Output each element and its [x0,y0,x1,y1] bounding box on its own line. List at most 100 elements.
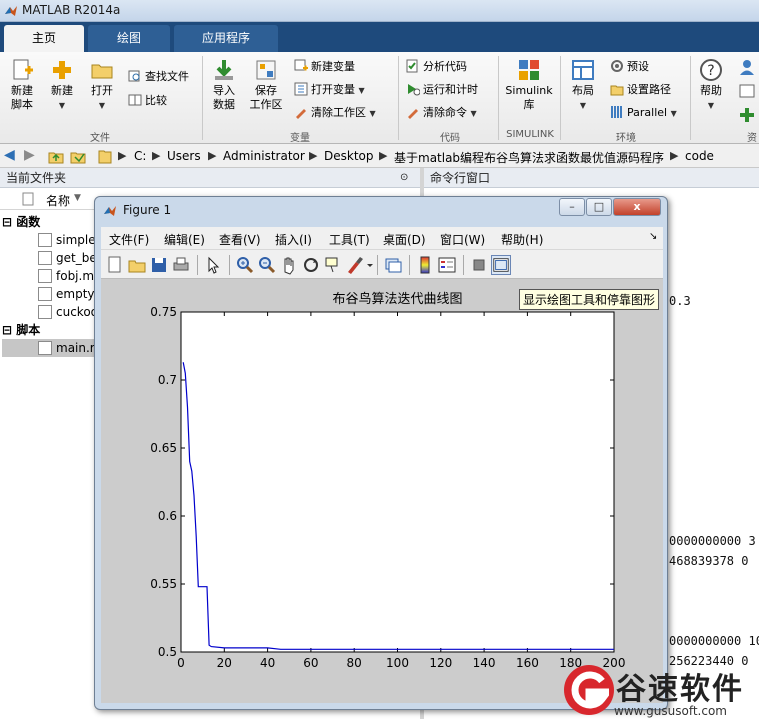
x-tick-label: 160 [516,656,539,670]
breadcrumb-desktop[interactable]: Desktop [324,149,374,163]
maximize-button[interactable]: □ [586,198,612,216]
breadcrumb-code[interactable]: code [685,149,714,163]
preferences-button[interactable]: 预设 [610,58,649,76]
layout-label: 布局 [572,84,594,97]
pointer-icon[interactable] [203,255,223,275]
show-plot-tools-icon[interactable] [491,255,511,275]
community-icon[interactable] [738,58,756,76]
set-path-button[interactable]: 设置路径 [610,81,671,99]
legend-icon[interactable] [437,255,457,275]
file-item[interactable]: get_be [38,249,97,267]
pan-icon[interactable] [279,255,299,275]
new-script-button[interactable]: 新建 脚本 [4,58,40,112]
clear-workspace-button[interactable]: 清除工作区 ▼ [294,104,376,122]
new-variable-button[interactable]: 新建变量 [294,58,355,76]
plot-area[interactable]: 布谷鸟算法迭代曲线图 0 20 40 60 80 100 120 140 160 180 200 0.5… [101,279,663,703]
breadcrumb-project-folder[interactable]: 基于matlab编程布谷鸟算法求函数最优值源码程序 [394,149,664,166]
figure-title: Figure 1 [123,203,172,217]
collapse-icon: ⊟ [2,215,13,229]
save-workspace-button[interactable]: 保存 工作区 [246,58,286,112]
panel-menu-icon[interactable]: ⊙ [400,168,408,188]
name-column-header[interactable]: 名称 [46,192,70,209]
x-tick-label: 80 [347,656,362,670]
breadcrumb-separator: ▶ [152,149,161,162]
layout-icon [572,60,594,80]
svg-text:?: ? [707,63,714,79]
data-cursor-icon[interactable] [323,255,343,275]
zoom-out-icon[interactable] [257,255,277,275]
clear-workspace-icon [296,109,306,119]
compare-button[interactable]: 比较 [128,92,167,110]
print-icon[interactable] [171,255,191,275]
command-output-line: 468839378 0 [669,554,749,568]
breadcrumb-c-drive[interactable]: C: [134,149,146,163]
file-item-selected[interactable]: main.r [2,339,95,357]
open-variable-label: 打开变量 [311,83,355,96]
new-figure-icon[interactable] [105,255,125,275]
close-button[interactable]: x [613,198,661,216]
menu-help[interactable]: 帮助(H) [501,231,543,248]
simulink-library-button[interactable]: Simulink 库 [504,58,554,112]
toolbar-divider [197,255,198,275]
zoom-in-icon[interactable] [235,255,255,275]
help-button[interactable]: ? 帮助 ▼ [696,58,726,113]
functions-section[interactable]: ⊟ 函数 [2,213,40,231]
link-icon[interactable] [383,255,403,275]
layout-button[interactable]: 布局 ▼ [566,58,600,113]
line-chart[interactable]: 布谷鸟算法迭代曲线图0 20 40 60 80 100 120 140 160 180 2000.5… [101,279,663,703]
menu-file[interactable]: 文件(F) [109,231,149,248]
menu-view[interactable]: 查看(V) [219,231,261,248]
browse-folder-icon[interactable] [70,148,86,164]
add-ons-icon[interactable] [738,106,756,124]
up-folder-icon[interactable] [48,148,64,164]
new-button[interactable]: 新建 ▼ [44,58,80,113]
menu-insert[interactable]: 插入(I) [275,231,312,248]
tab-home[interactable]: 主页 [4,25,84,52]
script-file-icon [38,341,52,355]
x-tick-label: 140 [473,656,496,670]
colorbar-icon[interactable] [415,255,435,275]
command-window-header: 命令行窗口 [424,168,759,188]
back-icon[interactable]: ◀ [4,147,15,163]
menu-desktop[interactable]: 桌面(D) [383,231,426,248]
run-and-time-button[interactable]: 运行和计时 [406,81,478,99]
parallel-button[interactable]: Parallel ▼ [610,104,677,122]
breadcrumb-separator: ▶ [118,149,127,162]
file-name: fobj.m [56,269,95,283]
hide-plot-tools-icon[interactable] [469,255,489,275]
ribbon-divider [560,56,561,140]
file-item[interactable]: cuckoo [38,303,98,321]
menu-edit[interactable]: 编辑(E) [164,231,205,248]
find-files-button[interactable]: 查找文件 [128,68,189,86]
analyze-code-button[interactable]: 分析代码 [406,58,467,76]
file-item[interactable]: fobj.m [38,267,94,285]
clear-commands-button[interactable]: 清除命令 ▼ [406,104,477,122]
menu-window[interactable]: 窗口(W) [440,231,485,248]
minimize-button[interactable]: – [559,198,585,216]
functions-section-label: 函数 [16,215,41,229]
ribbon-tab-strip: 主页 绘图 应用程序 [0,22,759,52]
file-item[interactable]: simple [38,231,96,249]
rotate-icon[interactable] [301,255,321,275]
brush-icon[interactable] [345,255,373,275]
scripts-section[interactable]: ⊟ 脚本 [2,321,40,339]
figure-window[interactable]: Figure 1 – □ x 文件(F) 编辑(E) 查看(V) 插入(I) 工… [94,196,668,710]
menu-tools[interactable]: 工具(T) [329,231,370,248]
file-name: main.r [56,341,95,355]
import-data-button[interactable]: 导入 数据 [206,58,242,112]
open-button[interactable]: 打开 ▼ [84,58,120,113]
open-variable-button[interactable]: 打开变量 ▼ [294,81,365,99]
y-tick-label: 0.6 [158,509,177,523]
breadcrumb-administrator[interactable]: Administrator [223,149,305,163]
dock-arrow-icon[interactable]: ↘ [649,231,657,242]
tab-apps[interactable]: 应用程序 [174,25,278,52]
request-support-icon[interactable] [738,82,756,100]
open-file-icon[interactable] [127,255,147,275]
file-item[interactable]: empty [38,285,95,303]
help-icon: ? [700,59,722,81]
save-icon[interactable] [149,255,169,275]
breadcrumb-separator: ▶ [309,149,318,162]
tab-plots[interactable]: 绘图 [88,25,170,52]
forward-icon[interactable]: ▶ [24,147,35,163]
breadcrumb-users[interactable]: Users [167,149,201,163]
